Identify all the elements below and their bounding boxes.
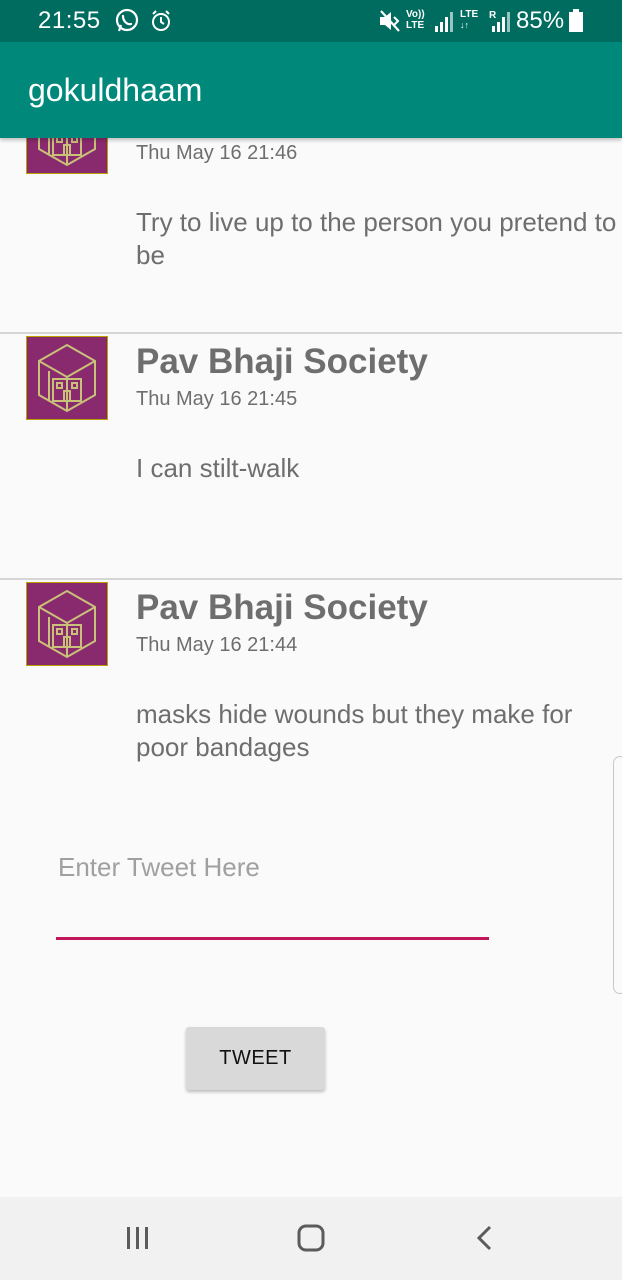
tweet-text: Try to live up to the person you pretend… xyxy=(136,207,617,270)
tweet-timestamp: Thu May 16 21:44 xyxy=(136,634,298,656)
tweet-input[interactable] xyxy=(56,836,489,940)
roaming-label: R xyxy=(489,10,497,21)
tweet-author: Pav Bhaji Society xyxy=(136,588,428,627)
avatar[interactable] xyxy=(26,582,108,666)
screen: Thu May 16 21:46 Try to live up to the p… xyxy=(0,0,622,1280)
tweet-timestamp: Thu May 16 21:45 xyxy=(136,388,298,410)
status-bar: 21:55 Vo)) LTE LTE ↓↑ R 85% xyxy=(0,0,622,42)
tweet-input-container xyxy=(56,836,489,946)
data-arrows: ↓↑ xyxy=(460,20,469,30)
tweet-button[interactable]: TWEET xyxy=(186,1027,325,1090)
volte-label-top: Vo)) xyxy=(406,9,425,20)
house-icon xyxy=(38,589,96,659)
tweet-author: Pav Bhaji Society xyxy=(136,342,428,381)
battery-icon xyxy=(569,9,583,32)
tweet-text: masks hide wounds but they make for poor… xyxy=(136,699,573,762)
home-icon xyxy=(297,1224,325,1252)
home-button[interactable] xyxy=(276,1211,346,1265)
volte-icon: Vo)) LTE xyxy=(406,9,430,33)
house-icon xyxy=(38,343,96,413)
scroll-indicator[interactable] xyxy=(613,756,622,994)
tweet-item[interactable]: Pav Bhaji Society Thu May 16 21:45 I can… xyxy=(0,332,622,578)
back-button[interactable] xyxy=(450,1211,520,1265)
battery-percentage: 85% xyxy=(516,7,565,34)
lte-label: LTE xyxy=(460,9,479,20)
whatsapp-icon xyxy=(115,8,139,32)
app-title: gokuldhaam xyxy=(28,72,203,108)
app-bar: gokuldhaam xyxy=(0,42,622,138)
tweet-item[interactable]: Pav Bhaji Society Thu May 16 21:44 masks… xyxy=(0,578,622,824)
back-icon xyxy=(476,1225,492,1251)
mute-vibrate-icon xyxy=(380,10,400,32)
signal-icon xyxy=(435,12,453,32)
tweet-text: I can stilt-walk xyxy=(136,453,300,483)
status-time: 21:55 xyxy=(38,7,101,34)
navigation-bar xyxy=(0,1197,622,1280)
alarm-icon xyxy=(152,10,170,31)
tweet-feed[interactable]: Thu May 16 21:46 Try to live up to the p… xyxy=(0,88,622,824)
signal-roaming-icon: R xyxy=(489,10,510,32)
recent-apps-button[interactable] xyxy=(103,1211,173,1265)
recent-apps-icon xyxy=(127,1227,148,1249)
tweet-timestamp: Thu May 16 21:46 xyxy=(136,142,298,164)
volte-label-bottom: LTE xyxy=(406,20,425,31)
lte-icon: LTE ↓↑ xyxy=(460,9,484,33)
avatar[interactable] xyxy=(26,336,108,420)
